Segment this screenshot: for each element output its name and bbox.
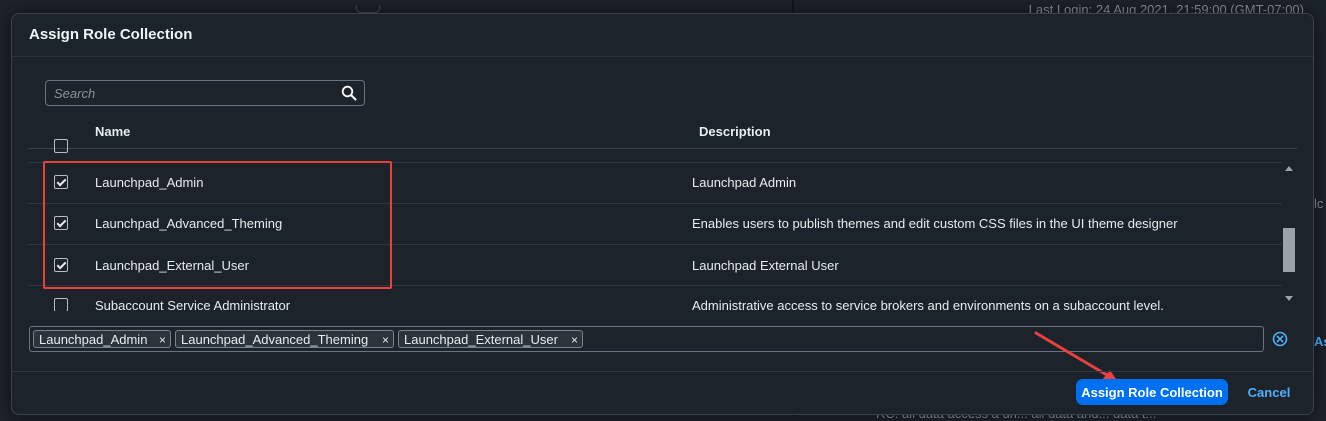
table-row[interactable]: [28, 121, 1282, 163]
dialog-footer: Assign Role Collection Cancel: [12, 371, 1313, 414]
background-fragment: lc: [1314, 196, 1324, 211]
table-row[interactable]: Subaccount Service Administrator Adminis…: [28, 286, 1282, 311]
row-name: Launchpad_Advanced_Theming: [95, 216, 283, 231]
clear-all-icon[interactable]: [1272, 331, 1288, 347]
dialog-title: Assign Role Collection: [29, 26, 193, 43]
row-checkbox[interactable]: [54, 298, 68, 311]
scroll-down-arrow-icon[interactable]: [1285, 296, 1293, 301]
token-label: Launchpad_External_User: [404, 332, 558, 347]
token-remove-icon[interactable]: ×: [571, 331, 578, 349]
assign-role-collection-button[interactable]: Assign Role Collection: [1076, 379, 1228, 405]
row-name: Launchpad_External_User: [95, 258, 249, 273]
token-remove-icon[interactable]: ×: [159, 331, 166, 349]
row-name: Launchpad_Admin: [95, 175, 204, 190]
row-name: Subaccount Service Administrator: [95, 298, 291, 311]
token-label: Launchpad_Advanced_Theming: [181, 332, 369, 347]
row-checkbox[interactable]: [54, 175, 68, 189]
search-icon[interactable]: [341, 85, 357, 101]
dialog-header: Assign Role Collection: [12, 14, 1313, 57]
cancel-button[interactable]: Cancel: [1238, 379, 1300, 405]
row-checkbox[interactable]: [54, 139, 68, 153]
token-launchpad-admin[interactable]: Launchpad_Admin ×: [33, 330, 171, 348]
row-description: Launchpad Admin: [692, 175, 797, 190]
search-input[interactable]: [54, 84, 334, 102]
table-row[interactable]: Launchpad_Admin Launchpad Admin: [28, 162, 1282, 204]
search-field[interactable]: [45, 80, 365, 106]
assign-role-collection-dialog: Assign Role Collection Name Description …: [11, 13, 1314, 415]
row-checkbox[interactable]: [54, 216, 68, 230]
table-body: Launchpad_Admin Launchpad Admin Launchpa…: [28, 139, 1282, 311]
table-row[interactable]: Launchpad_Advanced_Theming Enables users…: [28, 203, 1282, 245]
row-description: Administrative access to service brokers…: [692, 298, 1164, 311]
token-label: Launchpad_Admin: [39, 332, 148, 347]
selected-tokens-field[interactable]: Launchpad_Admin × Launchpad_Advanced_The…: [29, 326, 1264, 352]
row-checkbox[interactable]: [54, 258, 68, 272]
token-launchpad-advanced-theming[interactable]: Launchpad_Advanced_Theming ×: [175, 330, 394, 348]
token-remove-icon[interactable]: ×: [382, 331, 389, 349]
scrollbar-thumb[interactable]: [1283, 228, 1295, 272]
background-top-controls: [356, 0, 412, 31]
table-row[interactable]: Launchpad_External_User Launchpad Extern…: [28, 244, 1282, 286]
row-description: Enables users to publish themes and edit…: [692, 216, 1178, 231]
role-collection-table: Name Description Launchpad_Admin Launchp…: [28, 114, 1297, 311]
token-launchpad-external-user[interactable]: Launchpad_External_User ×: [398, 330, 583, 348]
row-description: Launchpad External User: [692, 258, 839, 273]
scroll-up-arrow-icon[interactable]: [1285, 166, 1293, 171]
table-scrollbar[interactable]: [1281, 166, 1297, 311]
background-link-fragment[interactable]: As: [1314, 334, 1326, 349]
